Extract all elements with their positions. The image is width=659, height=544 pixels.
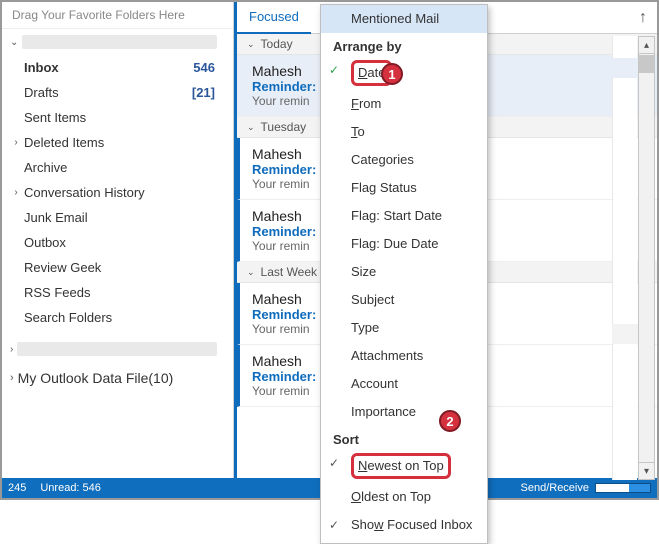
folder-review-geek[interactable]: Review Geek xyxy=(2,255,233,280)
scroll-down-icon[interactable]: ▾ xyxy=(639,462,654,479)
menu-item-categories[interactable]: Categories xyxy=(321,146,487,174)
account-name-redacted xyxy=(22,35,217,49)
folder-sidebar: Drag Your Favorite Folders Here ⌄ Inbox … xyxy=(2,2,234,480)
chevron-right-icon: › xyxy=(10,137,22,148)
folder-search-folders[interactable]: Search Folders xyxy=(2,305,233,330)
chevron-right-icon: › xyxy=(10,344,13,355)
folder-sent-items[interactable]: Sent Items xyxy=(2,105,233,130)
menu-item-subject[interactable]: Subject xyxy=(321,286,487,314)
chevron-down-icon: ⌄ xyxy=(247,267,255,278)
chevron-right-icon: › xyxy=(10,372,14,384)
menu-item-flag-due-date[interactable]: Flag: Due Date xyxy=(321,230,487,258)
progress-bar xyxy=(595,483,651,493)
reading-pane-sel-strip xyxy=(612,58,638,78)
menu-item-size[interactable]: Size xyxy=(321,258,487,286)
menu-item-importance[interactable]: Importance xyxy=(321,398,487,426)
folder-deleted-items[interactable]: › Deleted Items xyxy=(2,130,233,155)
scroll-thumb[interactable] xyxy=(639,55,654,73)
outlook-data-file[interactable]: › My Outlook Data File(10) xyxy=(2,362,233,394)
chevron-down-icon: ⌄ xyxy=(247,122,255,133)
menu-mentioned-mail[interactable]: Mentioned Mail xyxy=(321,5,487,33)
folder-rss-feeds[interactable]: RSS Feeds xyxy=(2,280,233,305)
folder-outbox[interactable]: Outbox xyxy=(2,230,233,255)
status-item-count: 245 xyxy=(8,482,26,494)
folder-junk-email[interactable]: Junk Email xyxy=(2,205,233,230)
status-send-receive: Send/Receive xyxy=(521,482,590,494)
menu-item-flag-status[interactable]: Flag Status xyxy=(321,174,487,202)
account-header[interactable]: ⌄ xyxy=(2,29,233,55)
scroll-up-icon[interactable]: ▴ xyxy=(639,37,654,54)
check-icon: ✓ xyxy=(329,60,339,80)
account-header-2[interactable]: › xyxy=(2,336,233,362)
menu-item-newest-on-top[interactable]: ✓ Newest on Top xyxy=(321,449,487,483)
menu-item-date[interactable]: ✓ Date xyxy=(321,56,487,90)
chevron-right-icon: › xyxy=(10,187,22,198)
menu-item-oldest-on-top[interactable]: Oldest on Top xyxy=(321,483,487,511)
arrange-by-menu: Mentioned Mail Arrange by ✓ Date From To… xyxy=(320,4,488,544)
menu-item-show-focused-inbox[interactable]: ✓ Show Focused Inbox xyxy=(321,511,487,539)
favorites-drop-hint: Drag Your Favorite Folders Here xyxy=(2,2,233,29)
menu-item-from[interactable]: From xyxy=(321,90,487,118)
menu-item-account[interactable]: Account xyxy=(321,370,487,398)
menu-item-to[interactable]: To xyxy=(321,118,487,146)
sort-direction-arrow[interactable]: ↑ xyxy=(629,9,657,27)
reading-pane-edge xyxy=(612,36,637,480)
folder-drafts[interactable]: Drafts [21] xyxy=(2,80,233,105)
callout-2: 2 xyxy=(439,410,461,432)
menu-item-flag-start-date[interactable]: Flag: Start Date xyxy=(321,202,487,230)
folder-archive[interactable]: Archive xyxy=(2,155,233,180)
menu-header-arrange-by: Arrange by xyxy=(321,33,487,56)
check-icon: ✓ xyxy=(329,453,339,473)
check-icon: ✓ xyxy=(329,515,339,535)
menu-header-sort: Sort xyxy=(321,426,487,449)
chevron-down-icon: ⌄ xyxy=(10,37,18,48)
tab-focused[interactable]: Focused xyxy=(237,2,311,34)
menu-item-type[interactable]: Type xyxy=(321,314,487,342)
menu-item-attachments[interactable]: Attachments xyxy=(321,342,487,370)
folder-inbox[interactable]: Inbox 546 xyxy=(2,55,233,80)
scrollbar[interactable]: ▴ ▾ xyxy=(638,36,655,480)
account-name-redacted xyxy=(17,342,217,356)
reading-pane-strip xyxy=(612,324,638,344)
folder-conversation-history[interactable]: › Conversation History xyxy=(2,180,233,205)
chevron-down-icon: ⌄ xyxy=(247,39,255,50)
callout-1: 1 xyxy=(381,63,403,85)
status-unread: Unread: 546 xyxy=(40,482,101,494)
